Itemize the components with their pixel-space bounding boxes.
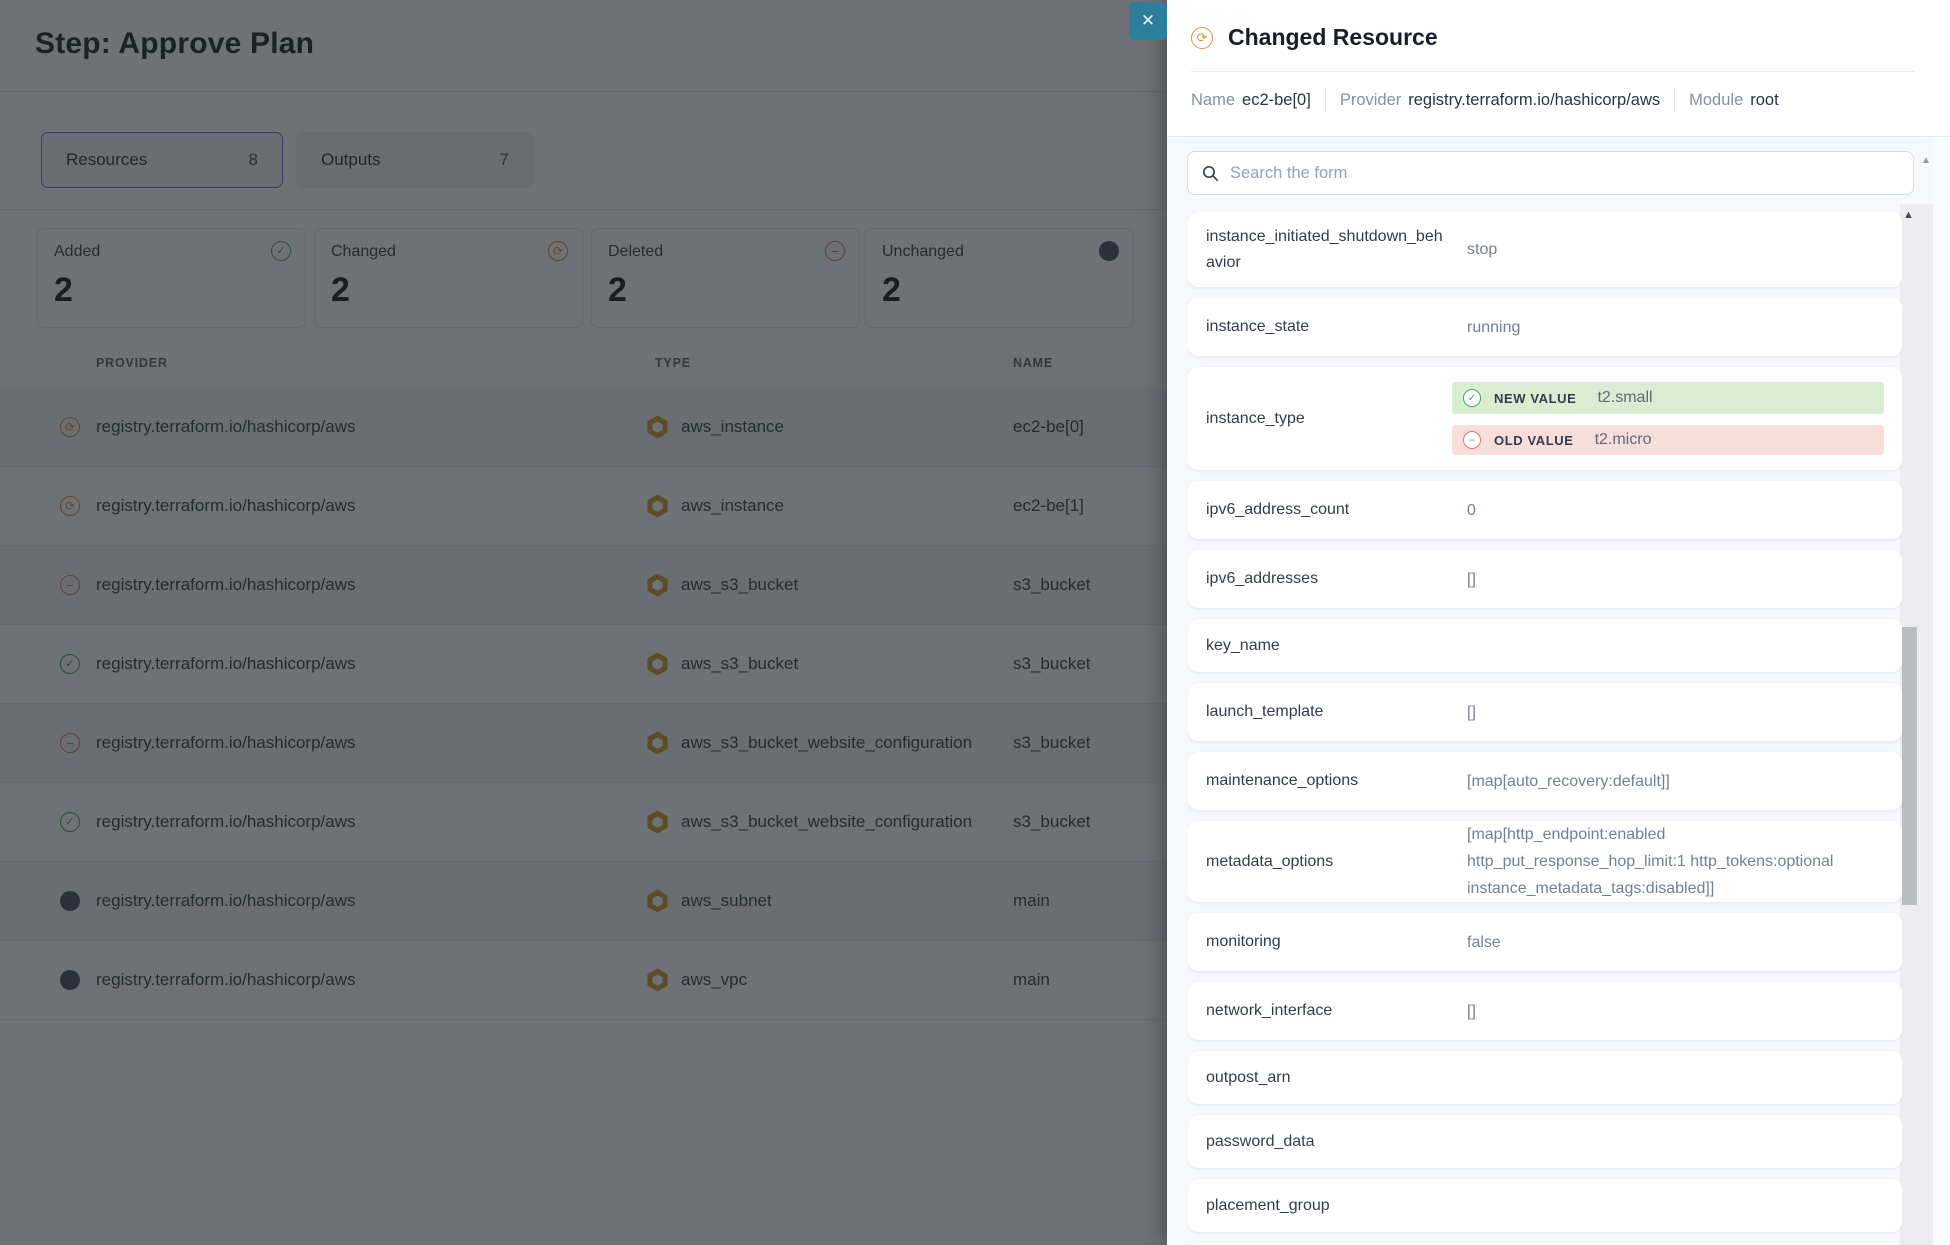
field-name: outpost_arn	[1206, 1065, 1449, 1091]
field-card-network_interface[interactable]: network_interface []	[1188, 982, 1902, 1040]
field-name: instance_state	[1206, 314, 1449, 340]
meta-item-provider: Provider registry.terraform.io/hashicorp/…	[1340, 91, 1660, 110]
field-value: []	[1449, 998, 1884, 1025]
field-name: instance_initiated_shutdown_behavior	[1206, 224, 1449, 276]
old-value-label: OLD VALUE	[1494, 433, 1574, 448]
drawer-header: ⟳ Changed Resource Name ec2-be[0] Provide…	[1167, 0, 1950, 137]
modal-overlay[interactable]	[0, 0, 1167, 1245]
field-name: network_interface	[1206, 998, 1449, 1024]
field-value: [map[http_endpoint:enabled http_put_resp…	[1449, 821, 1884, 902]
field-value: []	[1449, 566, 1884, 593]
field-value: [map[auto_recovery:default]]	[1449, 768, 1884, 795]
field-name: ipv6_address_count	[1206, 497, 1449, 523]
fields-scrollbar-thumb[interactable]	[1902, 627, 1917, 905]
meta-separator	[1325, 88, 1326, 112]
drawer-title-divider	[1191, 71, 1914, 72]
field-name: maintenance_options	[1206, 768, 1449, 794]
close-icon: ✕	[1141, 11, 1155, 31]
field-card-instance_initiated_shutdown_behavior[interactable]: instance_initiated_shutdown_behavior sto…	[1188, 212, 1902, 287]
field-card-outpost_arn[interactable]: outpost_arn	[1188, 1051, 1902, 1104]
field-card-placement_group[interactable]: placement_group	[1188, 1179, 1902, 1232]
meta-item-name: Name ec2-be[0]	[1191, 91, 1311, 110]
scroll-up-arrow-icon[interactable]: ▲	[1903, 210, 1914, 221]
field-value: 0	[1449, 497, 1884, 524]
field-change: ✓ NEW VALUE t2.small − OLD VALUE t2.micr…	[1452, 367, 1884, 470]
outer-scrollbar-track[interactable]	[1933, 137, 1950, 1245]
field-card-launch_template[interactable]: launch_template []	[1188, 683, 1902, 741]
meta-separator	[1674, 88, 1675, 112]
meta-value: root	[1750, 91, 1778, 109]
field-value: stop	[1449, 236, 1884, 263]
meta-value: ec2-be[0]	[1242, 91, 1311, 109]
search-icon	[1202, 165, 1219, 182]
field-card-ipv6_addresses[interactable]: ipv6_addresses []	[1188, 550, 1902, 608]
close-drawer-button[interactable]: ✕	[1129, 2, 1167, 40]
field-card-monitoring[interactable]: monitoring false	[1188, 913, 1902, 971]
meta-label: Provider	[1340, 91, 1401, 109]
field-card-instance_type[interactable]: instance_type ✓ NEW VALUE t2.small − OLD…	[1188, 367, 1902, 470]
field-name: password_data	[1206, 1129, 1449, 1155]
field-name: monitoring	[1206, 929, 1449, 955]
new-value-band: ✓ NEW VALUE t2.small	[1452, 382, 1884, 414]
field-name: metadata_options	[1206, 849, 1449, 875]
outer-scroll-up-arrow-icon[interactable]: ▲	[1921, 156, 1931, 166]
resource-meta: Name ec2-be[0] Provider registry.terraform…	[1191, 84, 1779, 116]
field-name: key_name	[1206, 633, 1449, 659]
meta-label: Name	[1191, 91, 1235, 109]
old-value: t2.micro	[1595, 431, 1652, 449]
changed-resource-drawer: ⟳ Changed Resource Name ec2-be[0] Provide…	[1167, 0, 1950, 1245]
form-search[interactable]	[1187, 151, 1914, 195]
field-value: false	[1449, 929, 1884, 956]
changed-status-icon: ⟳	[1191, 27, 1213, 49]
meta-value: registry.terraform.io/hashicorp/aws	[1408, 91, 1660, 109]
field-name: launch_template	[1206, 699, 1449, 725]
new-value-label: NEW VALUE	[1494, 391, 1576, 406]
field-value: []	[1449, 699, 1884, 726]
field-value: running	[1449, 314, 1884, 341]
field-card-ipv6_address_count[interactable]: ipv6_address_count 0	[1188, 481, 1902, 539]
field-name: ipv6_addresses	[1206, 566, 1449, 592]
new-value: t2.small	[1597, 389, 1652, 407]
added-status-icon: ✓	[1463, 389, 1481, 407]
old-value-band: − OLD VALUE t2.micro	[1452, 425, 1884, 455]
field-name: placement_group	[1206, 1193, 1449, 1219]
drawer-title: Changed Resource	[1228, 24, 1438, 51]
field-card-password_data[interactable]: password_data	[1188, 1115, 1902, 1168]
field-card-metadata_options[interactable]: metadata_options [map[http_endpoint:enab…	[1188, 821, 1902, 902]
meta-label: Module	[1689, 91, 1743, 109]
meta-item-module: Module root	[1689, 91, 1779, 110]
fields-list: instance_initiated_shutdown_behavior sto…	[1188, 212, 1902, 1245]
field-card-key_name[interactable]: key_name	[1188, 619, 1902, 672]
search-input[interactable]	[1228, 163, 1899, 184]
field-card-maintenance_options[interactable]: maintenance_options [map[auto_recovery:d…	[1188, 752, 1902, 810]
field-card-instance_state[interactable]: instance_state running	[1188, 298, 1902, 356]
deleted-status-icon: −	[1463, 431, 1481, 449]
field-name: instance_type	[1206, 406, 1449, 432]
